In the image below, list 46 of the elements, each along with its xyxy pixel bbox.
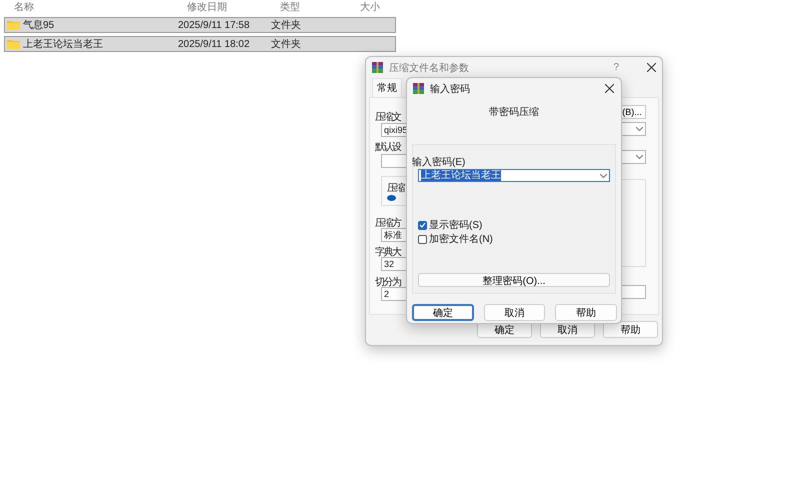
file-row[interactable]: 上老王论坛当老王 2025/9/11 18:02 文件夹: [4, 36, 396, 52]
checkbox[interactable]: [418, 234, 427, 244]
checkbox-option[interactable]: 加密文件名(N): [418, 232, 610, 246]
modified-date: 2025/9/11 17:58: [178, 20, 251, 30]
check-icon: [419, 222, 426, 228]
manage-passwords-button[interactable]: 整理密码(O)...: [418, 273, 610, 287]
caret-icon: [636, 155, 643, 159]
file-type: 文件夹: [271, 18, 302, 32]
column-header[interactable]: 类型: [270, 0, 350, 14]
column-header[interactable]: 名称: [4, 0, 177, 14]
checkbox-label: 显示密码(S): [429, 218, 482, 232]
dialog-title: 压缩文件名和参数: [389, 62, 470, 74]
field-label: 压缩方: [375, 216, 400, 228]
checkbox[interactable]: [418, 220, 427, 230]
dialog-button[interactable]: 取消: [484, 304, 546, 321]
checkbox-option[interactable]: 显示密码(S): [418, 218, 610, 232]
field-label: 字典大: [375, 246, 400, 257]
caret-icon: [636, 127, 643, 131]
tab[interactable]: 常规: [372, 78, 402, 97]
folder-icon: [7, 20, 20, 30]
dialog-heading: 带密码压缩: [489, 106, 539, 120]
field-label: 默认设: [375, 141, 400, 152]
dialog-button[interactable]: 确定: [412, 304, 474, 321]
app-icon: [413, 83, 424, 94]
column-header[interactable]: 大小: [350, 0, 396, 14]
field-label: 切分为: [375, 276, 400, 287]
column-header[interactable]: 修改日期: [177, 0, 270, 14]
field-label: 压缩文: [375, 110, 400, 122]
dialog-button[interactable]: 帮助: [555, 304, 617, 321]
app-icon: [372, 62, 383, 73]
checkbox-label: 加密文件名(N): [429, 232, 493, 246]
radio-button[interactable]: [387, 195, 396, 201]
password-label: 输入密码(E): [412, 156, 466, 167]
password-value: 上老王论坛当老王: [421, 170, 501, 181]
caret-icon: [600, 174, 607, 178]
file-name: 上老王论坛当老王: [23, 38, 103, 51]
file-row[interactable]: 气息95 2025/9/11 17:58 文件夹: [4, 17, 396, 33]
file-type: 文件夹: [271, 38, 302, 51]
file-name: 气息95: [23, 18, 54, 32]
modified-date: 2025/9/11 18:02: [178, 38, 251, 50]
password-combo[interactable]: 上老王论坛当老王: [418, 169, 610, 182]
dialog-button[interactable]: 帮助: [603, 321, 658, 338]
folder-icon: [7, 39, 20, 49]
group-label: 压缩: [387, 182, 404, 193]
dialog-title: 输入密码: [430, 82, 471, 96]
close-icon[interactable]: [647, 63, 656, 72]
